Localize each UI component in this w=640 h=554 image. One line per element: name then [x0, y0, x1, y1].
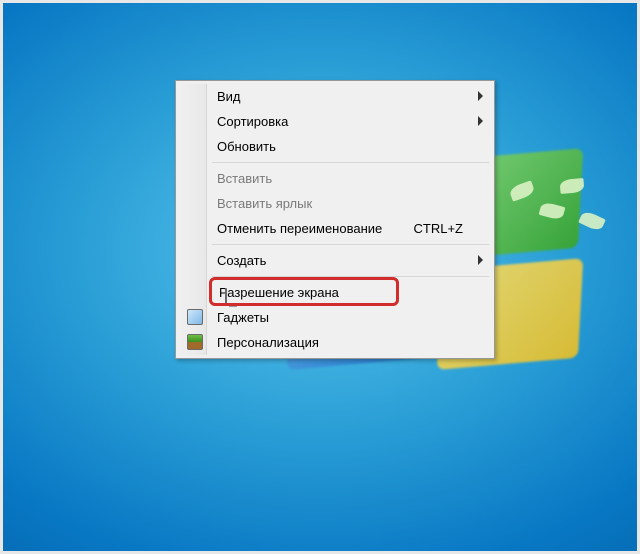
desktop-background[interactable]: Вид Сортировка Обновить Вставить Вставит…: [0, 0, 640, 554]
menu-item-sort[interactable]: Сортировка: [179, 109, 491, 134]
menu-item-label: Отменить переименование: [217, 221, 382, 236]
personalize-icon: [187, 334, 203, 350]
menu-separator: [212, 276, 489, 277]
desktop-context-menu: Вид Сортировка Обновить Вставить Вставит…: [175, 80, 495, 359]
leaf-decoration: [500, 174, 620, 254]
menu-item-new[interactable]: Создать: [179, 248, 491, 273]
menu-item-screen-resolution[interactable]: Разрешение экрана: [179, 280, 491, 305]
gadgets-icon: [187, 309, 203, 325]
menu-item-label: Сортировка: [217, 114, 288, 129]
menu-separator: [212, 162, 489, 163]
menu-item-view[interactable]: Вид: [179, 84, 491, 109]
menu-item-label: Разрешение экрана: [219, 285, 339, 300]
menu-item-refresh[interactable]: Обновить: [179, 134, 491, 159]
menu-item-shortcut: CTRL+Z: [414, 216, 463, 241]
menu-item-paste-shortcut: Вставить ярлык: [179, 191, 491, 216]
menu-item-label: Персонализация: [217, 335, 319, 350]
menu-item-gadgets[interactable]: Гаджеты: [179, 305, 491, 330]
menu-item-label: Гаджеты: [217, 310, 269, 325]
menu-separator: [212, 244, 489, 245]
menu-item-personalize[interactable]: Персонализация: [179, 330, 491, 355]
menu-item-label: Вставить: [217, 171, 272, 186]
menu-item-paste: Вставить: [179, 166, 491, 191]
monitor-icon: [225, 288, 227, 305]
menu-item-label: Создать: [217, 253, 266, 268]
menu-item-label: Обновить: [217, 139, 276, 154]
chevron-right-icon: [478, 91, 483, 101]
chevron-right-icon: [478, 255, 483, 265]
menu-item-label: Вставить ярлык: [217, 196, 312, 211]
menu-item-undo-rename[interactable]: Отменить переименование CTRL+Z: [179, 216, 491, 241]
chevron-right-icon: [478, 116, 483, 126]
menu-item-label: Вид: [217, 89, 241, 104]
